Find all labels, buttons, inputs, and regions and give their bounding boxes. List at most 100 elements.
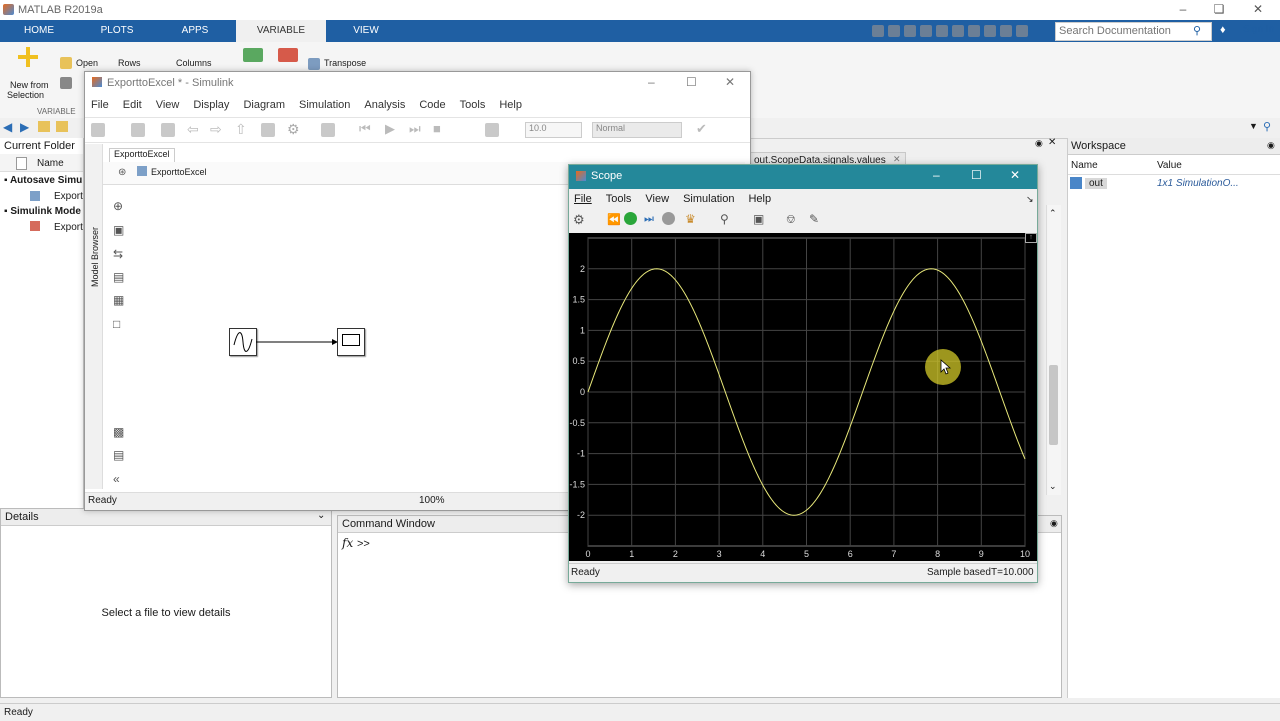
close-icon[interactable]: ✕	[1048, 137, 1056, 148]
vertical-scrollbar[interactable]: ⌃ ⌄	[1046, 205, 1061, 495]
fx-icon[interactable]: fx	[342, 536, 353, 550]
undo-icon[interactable]	[936, 25, 948, 37]
panel-actions-icon[interactable]: ◉	[1050, 518, 1058, 529]
maximize-icon[interactable]: ☐	[971, 168, 982, 182]
scale-axes-icon[interactable]: ▣	[753, 212, 764, 226]
table-row[interactable]: out 1x1 SimulationO...	[1068, 176, 1280, 192]
forward-icon[interactable]: ▶	[20, 120, 29, 134]
up-icon[interactable]: ⇧	[235, 121, 247, 138]
back-icon[interactable]: ⇦	[187, 121, 199, 138]
forward-icon[interactable]: ⇨	[210, 121, 222, 138]
workspace-variable-name[interactable]: out	[1085, 178, 1107, 189]
transpose-icon[interactable]	[308, 58, 320, 70]
annotation-icon[interactable]: ▤	[113, 270, 124, 284]
chevron-down-icon[interactable]: ▼	[1249, 121, 1258, 131]
menu-edit[interactable]: Edit	[123, 99, 142, 111]
close-icon[interactable]: ✕	[1010, 168, 1020, 182]
signal-line[interactable]	[256, 334, 340, 350]
hide-browser-icon[interactable]: ⊛	[118, 167, 126, 178]
workspace-value-header[interactable]: Value	[1157, 160, 1182, 171]
search-documentation[interactable]: ⚲	[1055, 22, 1212, 41]
stop-icon[interactable]: ■	[433, 121, 441, 136]
new-model-icon[interactable]	[91, 123, 105, 137]
image-icon[interactable]: ▦	[113, 293, 124, 307]
expand-axes-icon[interactable]: ↑	[1025, 233, 1037, 243]
library-browser-icon[interactable]	[261, 123, 275, 137]
close-icon[interactable]: ✕	[1248, 2, 1268, 18]
tree-group-simulink[interactable]: ▪ Simulink Mode	[4, 206, 81, 217]
new-from-selection-label[interactable]: New from	[10, 80, 49, 90]
sign-in-link[interactable]: Sign In	[1243, 24, 1274, 35]
close-icon[interactable]: ✕	[725, 75, 735, 89]
triggers-icon[interactable]: ⎊	[786, 212, 796, 227]
scope-menu-tools[interactable]: Tools	[606, 193, 632, 205]
open-button[interactable]: Open	[76, 58, 98, 68]
cursor-measurements-icon[interactable]: ✎	[809, 212, 819, 226]
breadcrumb[interactable]: ExporttoExcel	[151, 167, 207, 177]
zoom-icon[interactable]: ⊕	[113, 199, 123, 213]
restore-icon[interactable]: ❏	[1209, 2, 1229, 18]
tree-item[interactable]: Export	[54, 191, 83, 202]
community-icon[interactable]	[1016, 25, 1028, 37]
scroll-down-icon[interactable]: ⌄	[1049, 481, 1057, 492]
minimize-icon[interactable]: –	[648, 75, 655, 89]
minimize-icon[interactable]: –	[933, 168, 940, 182]
run-icon[interactable]	[624, 212, 637, 225]
menu-code[interactable]: Code	[419, 99, 445, 111]
step-back-icon[interactable]: ⏮	[359, 121, 371, 137]
back-icon[interactable]: ◀	[3, 120, 12, 134]
delete-icon[interactable]	[278, 48, 298, 62]
search-input[interactable]	[1056, 23, 1182, 38]
scope-view-icon[interactable]	[485, 123, 499, 137]
minimize-icon[interactable]: –	[1173, 2, 1193, 18]
scope-menu-view[interactable]: View	[645, 193, 669, 205]
step-forward-icon[interactable]: ⏭	[644, 213, 654, 226]
menu-help[interactable]: Help	[499, 99, 522, 111]
tab-home[interactable]: HOME	[10, 20, 68, 42]
tree-item[interactable]: Export	[54, 222, 83, 233]
arrow-icon[interactable]: ⇆	[113, 247, 123, 261]
panel-actions-icon[interactable]: ◉	[1035, 138, 1043, 149]
notification-bell-icon[interactable]: ♦	[1220, 24, 1232, 36]
highlight-block-icon[interactable]: ♛	[685, 212, 696, 226]
scope-menu-simulation[interactable]: Simulation	[683, 193, 734, 205]
scope-menu-file[interactable]: File	[574, 193, 592, 205]
menu-tools[interactable]: Tools	[460, 99, 486, 111]
open-icon[interactable]	[60, 57, 72, 69]
print-icon[interactable]	[60, 77, 72, 89]
fit-to-view-icon[interactable]: ▣	[113, 223, 124, 237]
collapse-icon[interactable]: «	[113, 472, 120, 486]
model-tab[interactable]: ExporttoExcel	[109, 148, 175, 162]
search-icon[interactable]: ⚲	[1193, 24, 1201, 37]
folder-icon[interactable]	[38, 121, 50, 132]
maximize-icon[interactable]: ☐	[686, 75, 697, 89]
cut-icon[interactable]	[888, 25, 900, 37]
menu-file[interactable]: File	[91, 99, 109, 111]
tree-group-autosave[interactable]: ▪ Autosave Simu	[4, 175, 82, 186]
copy-icon[interactable]	[904, 25, 916, 37]
search-folder-icon[interactable]: ⚲	[1263, 120, 1271, 133]
area-icon[interactable]: □	[113, 317, 120, 331]
tab-variable[interactable]: VARIABLE	[236, 20, 326, 42]
menu-view[interactable]: View	[156, 99, 180, 111]
name-column-header[interactable]: Name	[37, 158, 64, 169]
simulation-mode-select[interactable]: Normal	[592, 122, 682, 138]
panel-actions-icon[interactable]: ◉	[1267, 140, 1275, 151]
scope-plot-area[interactable]: 0 1 2 3 4 5 6 7 8 9 10 2 1.5 1 0.5 0 -0.5 -1 -1.5 -2 ↑	[569, 233, 1037, 561]
screenshot-icon[interactable]: ▩	[113, 425, 124, 439]
help-icon[interactable]	[1000, 25, 1012, 37]
stop-icon[interactable]	[662, 212, 675, 225]
tab-view[interactable]: VIEW	[337, 20, 395, 42]
model-browser-strip[interactable]: Model Browser	[85, 144, 103, 489]
open-model-icon[interactable]	[131, 123, 145, 137]
scope-chart[interactable]: 0 1 2 3 4 5 6 7 8 9 10 2 1.5 1 0.5 0 -0.5 -1 -1.5 -2	[569, 233, 1037, 561]
settings-gear-icon[interactable]: ⚙	[573, 212, 585, 228]
insert-icon[interactable]	[243, 48, 263, 62]
switch-windows-icon[interactable]	[968, 25, 980, 37]
settings-gear-icon[interactable]: ⚙	[287, 121, 300, 138]
save-model-icon[interactable]	[161, 123, 175, 137]
paste-icon[interactable]	[920, 25, 932, 37]
step-forward-icon[interactable]: ⏭	[409, 121, 421, 137]
command-prompt[interactable]: >>	[357, 538, 370, 550]
run-icon[interactable]: ▶	[385, 121, 395, 137]
